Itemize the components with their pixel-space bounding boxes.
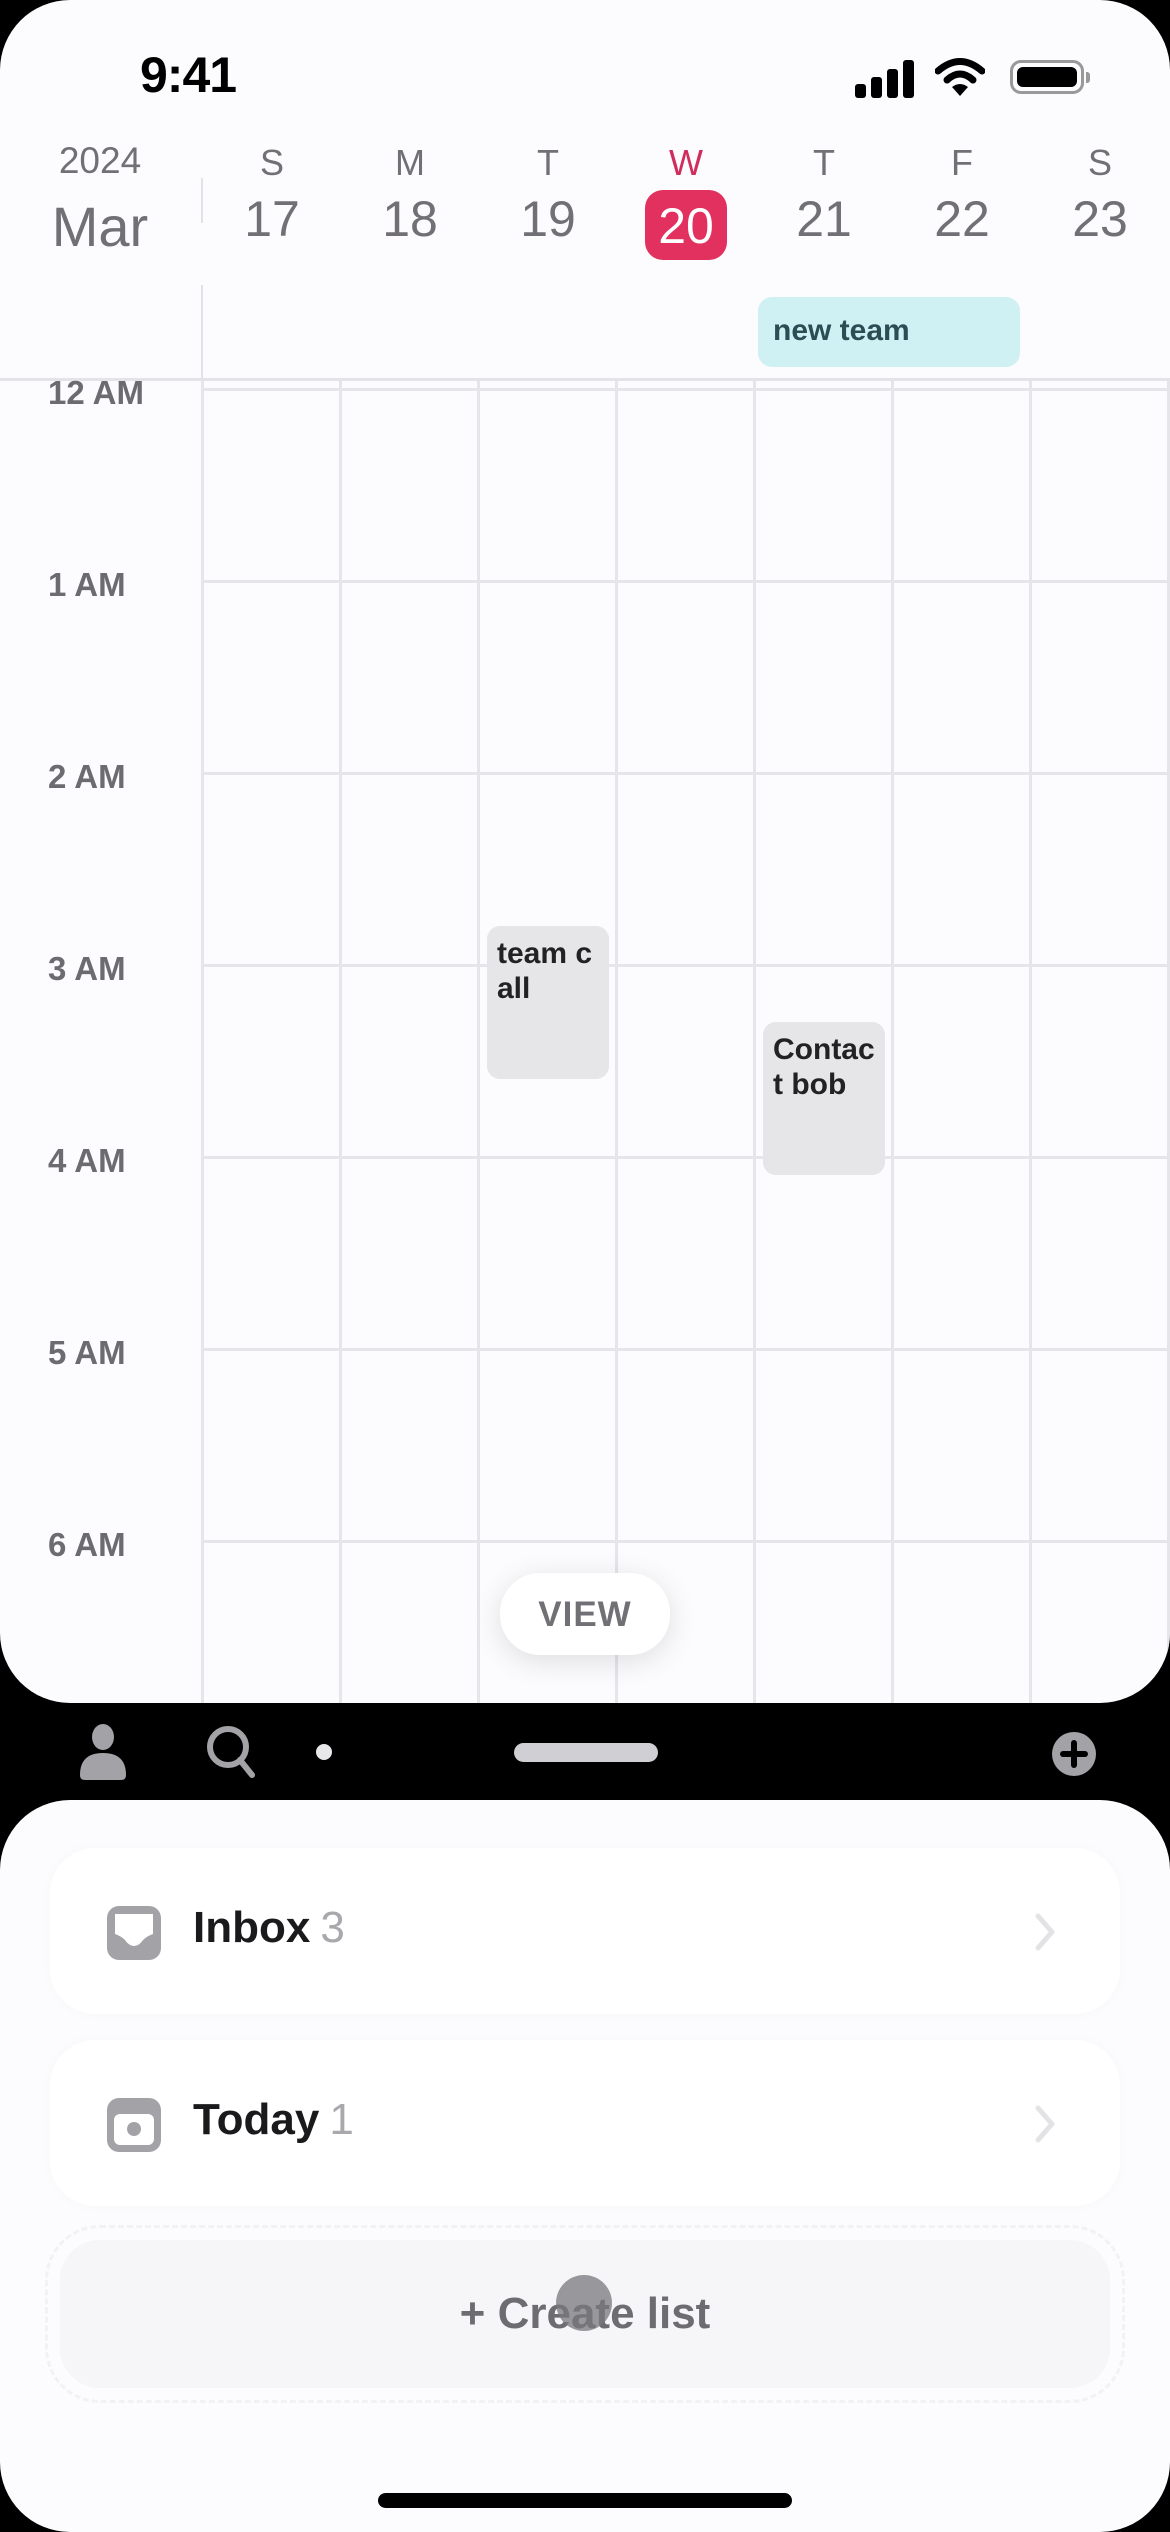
hour-gridline [203, 580, 1170, 583]
day-of-week-label: F [951, 142, 973, 183]
hour-gridline [203, 388, 1170, 391]
hour-gridline [203, 1156, 1170, 1159]
list-item-inbox[interactable]: Inbox 3 [50, 1848, 1120, 2014]
hour-label: 1 AM [48, 566, 126, 603]
header-divider [201, 285, 203, 380]
calendar-year: 2024 [58, 140, 142, 181]
day-of-week-label: S [259, 142, 284, 183]
hour-label: 3 AM [48, 950, 126, 987]
hour-label: 12 AM [48, 374, 144, 411]
hour-label: 5 AM [48, 1334, 126, 1371]
profile-icon[interactable] [78, 1723, 128, 1781]
page-dot [316, 1744, 332, 1760]
search-icon[interactable] [204, 1723, 260, 1779]
hour-label: 4 AM [48, 1142, 126, 1179]
drag-handle[interactable] [514, 1743, 658, 1762]
home-indicator[interactable] [378, 2493, 792, 2508]
chevron-right-icon [1035, 2105, 1055, 2143]
cellular-signal-icon [855, 58, 915, 98]
add-circle-icon[interactable] [1050, 1730, 1098, 1778]
list-item-today[interactable]: Today 1 [50, 2040, 1120, 2206]
all-day-event[interactable]: new team [758, 297, 1020, 367]
list-item-count: 3 [320, 1903, 345, 1952]
calendar-event[interactable]: team call [487, 925, 609, 1080]
hour-gridline [203, 1348, 1170, 1351]
day-date-today[interactable]: 20 [617, 190, 755, 260]
day-of-week-label: M [395, 142, 425, 183]
day-date[interactable]: 18 [341, 190, 479, 248]
hour-label: 2 AM [48, 758, 126, 795]
day-of-week-label: T [537, 142, 559, 183]
day-date[interactable]: 22 [893, 190, 1031, 248]
view-button[interactable]: VIEW [500, 1573, 670, 1655]
time-grid[interactable]: 12 AM 1 AM 2 AM 3 AM 4 AM 5 AM 6 AM team call Co… [0, 374, 1170, 1703]
inbox-icon [107, 1906, 161, 1960]
calendar-month[interactable]: Mar [0, 194, 200, 259]
day-date[interactable]: 21 [755, 190, 893, 248]
calendar-panel: 9:41 2024 Mar S 17 M 18 T 19 W 20 T 21 F 22 S 23 new … [0, 0, 1170, 1703]
wifi-icon [935, 58, 985, 96]
hour-gridline [203, 772, 1170, 775]
day-date[interactable]: 23 [1031, 190, 1169, 248]
hour-gridline [203, 964, 1170, 967]
status-time: 9:41 [140, 47, 237, 103]
hour-gridline [203, 1540, 1170, 1543]
calendar-event[interactable]: Contact bob [763, 1021, 885, 1176]
day-date[interactable]: 19 [479, 190, 617, 248]
status-bar: 9:41 [0, 0, 1170, 140]
day-of-week-label: S [1087, 142, 1112, 183]
hour-label: 6 AM [48, 1526, 126, 1563]
day-of-week-label: W [669, 142, 703, 183]
list-item-count: 1 [329, 2095, 354, 2144]
list-item-label: Today [193, 2095, 320, 2144]
bottom-toolbar [0, 1703, 1170, 1800]
today-icon [107, 2098, 161, 2152]
day-of-week-label: T [813, 142, 835, 183]
touch-indicator [556, 2275, 612, 2331]
chevron-right-icon [1035, 1913, 1055, 1951]
list-item-label: Inbox [193, 1903, 311, 1952]
battery-icon [1010, 60, 1090, 94]
day-date[interactable]: 17 [203, 190, 341, 248]
